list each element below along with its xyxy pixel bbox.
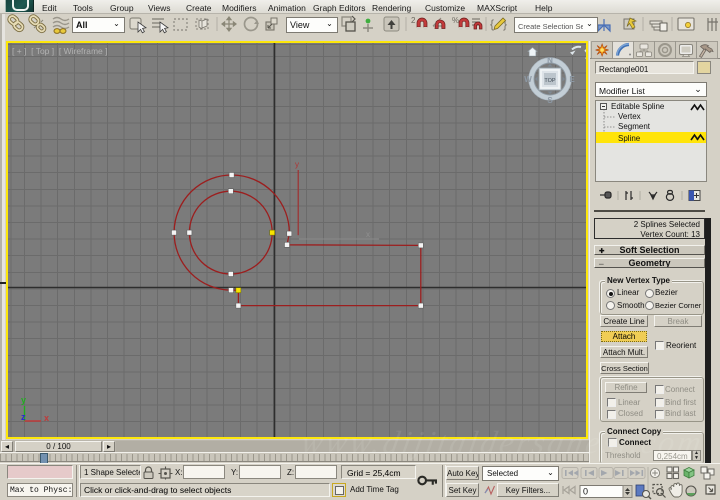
svg-text:N: N — [547, 56, 553, 65]
svg-text:y: y — [295, 160, 299, 169]
svg-text:E: E — [569, 75, 575, 84]
svg-text:%: % — [452, 16, 459, 25]
svg-text:S: S — [547, 96, 553, 105]
svg-text:x: x — [44, 413, 49, 423]
svg-text:{: { — [490, 17, 494, 31]
svg-text:z: z — [21, 412, 26, 422]
svg-text:0: 0 — [583, 487, 588, 497]
svg-text:TOP: TOP — [544, 78, 556, 84]
svg-text:W: W — [524, 75, 532, 84]
svg-text:y: y — [21, 395, 26, 405]
svg-text:2: 2 — [411, 16, 416, 25]
svg-text:x: x — [366, 230, 370, 239]
